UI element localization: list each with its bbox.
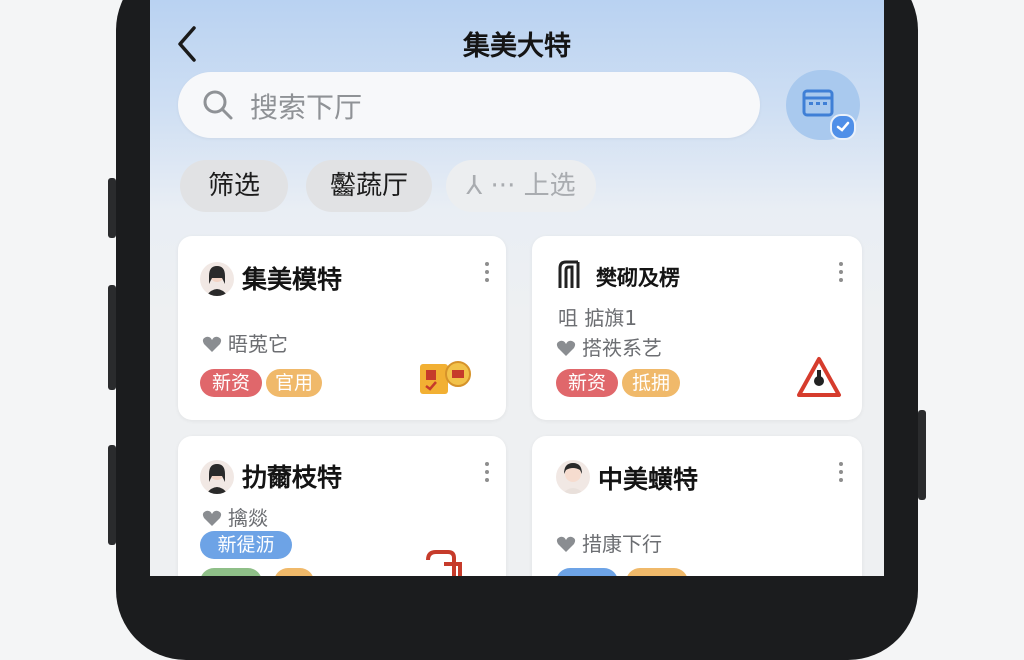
- card-info: 晤莵它: [202, 328, 288, 357]
- model-card[interactable]: 集美模特 晤莵它 新资 官用: [178, 236, 506, 420]
- heart-icon: [202, 510, 222, 526]
- card-info: 措康下行: [556, 528, 662, 557]
- calendar-button[interactable]: [786, 70, 860, 140]
- tag-partial: [200, 568, 262, 576]
- tag-partial: [274, 568, 314, 576]
- search-input[interactable]: 搜索下厅: [178, 72, 760, 138]
- tag: 新资: [200, 369, 262, 397]
- stamp-badge-icon: [420, 361, 471, 394]
- card-info-text: 擒燚: [228, 506, 268, 530]
- search-placeholder: 搜索下厅: [250, 91, 363, 124]
- check-badge-icon: [830, 114, 856, 140]
- page-title: 集美大特: [463, 31, 571, 62]
- search-icon: [203, 90, 233, 120]
- card-name: 樊砌及楞: [596, 266, 680, 290]
- app-screen: 集美大特 搜索下厅 筛选 齾蔬厅 ⅄ ··· 上选 集美模特 晤莵它 新资 官用…: [150, 0, 884, 576]
- tag: 抵拥: [622, 369, 680, 397]
- avatar: [200, 460, 234, 494]
- side-button-left-1: [108, 178, 116, 238]
- more-icon[interactable]: [484, 262, 490, 286]
- calendar-icon: [802, 89, 834, 117]
- avatar: [200, 262, 234, 296]
- heart-icon: [556, 536, 576, 552]
- card-info-text: 搭祑系艺: [582, 336, 662, 360]
- card-info-text: 措康下行: [582, 532, 662, 556]
- filter-chip-hall[interactable]: 齾蔬厅: [306, 160, 432, 212]
- warning-triangle-icon: [797, 357, 841, 397]
- brand-logo-icon: [558, 260, 580, 288]
- model-card[interactable]: 樊砌及楞 咀 掂旗1 搭祑系艺 新资 抵拥: [532, 236, 862, 420]
- card-info-line1: 咀 掂旗1: [558, 306, 638, 330]
- filter-chip-filter[interactable]: 筛选: [180, 160, 288, 212]
- more-icon[interactable]: [484, 462, 490, 486]
- side-button-right: [918, 410, 926, 500]
- hook-icon: [426, 550, 462, 576]
- card-name: 集美模特: [242, 265, 343, 294]
- tag: 新资: [556, 369, 618, 397]
- more-icon[interactable]: [838, 262, 844, 286]
- card-info-text: 晤莵它: [228, 332, 288, 356]
- filter-chip-more[interactable]: ⅄ ··· 上选: [446, 160, 596, 212]
- side-button-left-2: [108, 285, 116, 390]
- tag-partial: [556, 568, 618, 576]
- tag: 官用: [266, 369, 322, 397]
- card-info: 搭祑系艺: [556, 332, 662, 361]
- card-name: 中美蟥特: [598, 465, 699, 494]
- card-info: 擒燚: [202, 502, 268, 531]
- model-card[interactable]: 扐薾枝特 擒燚 新徥沥: [178, 436, 506, 576]
- side-button-left-3: [108, 445, 116, 545]
- top-bar: 集美大特: [150, 18, 884, 68]
- card-name: 扐薾枝特: [242, 463, 343, 492]
- more-icon[interactable]: [838, 462, 844, 486]
- heart-icon: [556, 340, 576, 356]
- avatar: [556, 460, 590, 494]
- tag-partial: [626, 568, 688, 576]
- tag: 新徥沥: [200, 531, 292, 559]
- model-card[interactable]: 中美蟥特 措康下行: [532, 436, 862, 576]
- heart-icon: [202, 336, 222, 352]
